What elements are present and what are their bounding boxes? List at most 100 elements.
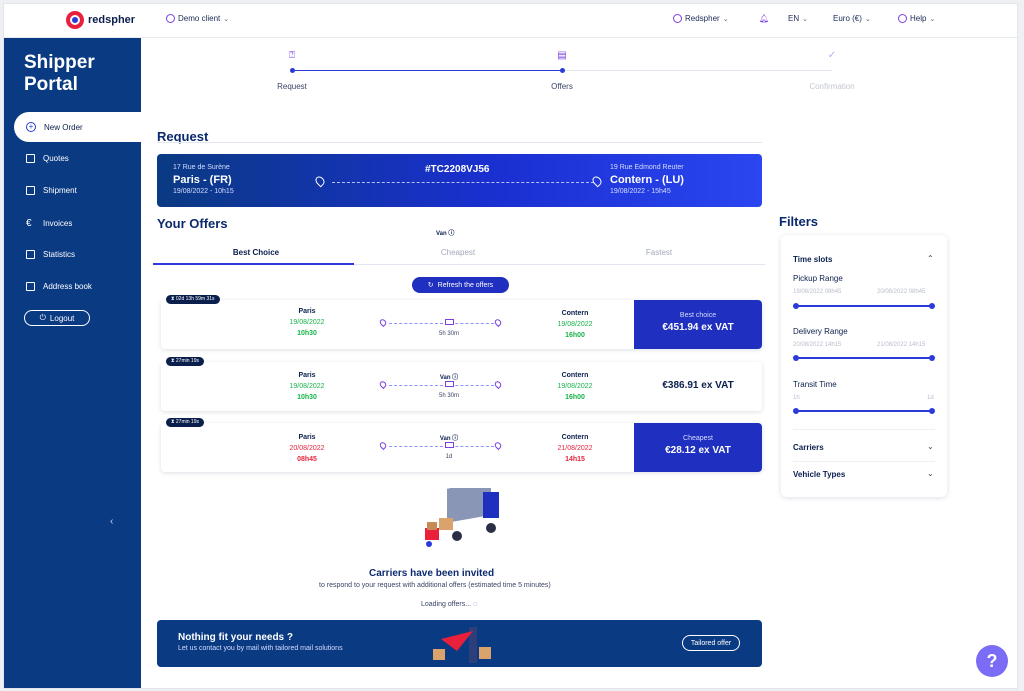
sidebar-item-shipment[interactable]: Shipment — [26, 186, 77, 195]
step-label-offers[interactable]: Offers — [551, 82, 573, 91]
offer-from-city: Paris — [298, 308, 316, 315]
transit-time-slider[interactable] — [793, 408, 935, 414]
truck-icon — [445, 381, 454, 387]
client-label: Demo client — [178, 14, 221, 23]
vehicle-types-toggle[interactable]: Vehicle Types — [793, 470, 845, 479]
user-menu[interactable]: Redspher ⌄ — [673, 14, 729, 23]
active-tab-indicator — [153, 263, 354, 265]
offer-price: €386.91 ex VAT — [662, 380, 734, 391]
chart-icon — [26, 250, 35, 259]
chevron-down-icon: ⌄ — [929, 15, 936, 23]
power-icon: ⏻ — [39, 313, 46, 322]
origin-city: Paris - (FR) — [173, 174, 232, 186]
destination-datetime: 19/08/2022 - 15h45 — [610, 188, 671, 195]
chevron-down-icon: ⌄ — [802, 15, 808, 23]
pickup-range-max: 20/08/2022 08h45 — [877, 289, 926, 295]
portal-title-line1: Shipper — [24, 52, 95, 73]
transit-time-label: Transit Time — [793, 380, 837, 389]
currency-selector[interactable]: Euro (€) ⌄ — [833, 14, 871, 23]
language-selector[interactable]: EN ⌄ — [788, 14, 808, 23]
offer-price-button[interactable]: Best choice €451.94 ex VAT — [634, 300, 762, 349]
tab-cheapest[interactable]: Cheapest — [441, 248, 475, 257]
offer-card[interactable]: ⧗ 02d 13h 59m 31s Paris 19/08/2022 10h30… — [161, 295, 762, 349]
notification-bell-icon[interactable]: 🔔︎ — [759, 14, 769, 23]
sidebar-item-label: Invoices — [43, 219, 73, 228]
truck-icon — [445, 442, 454, 448]
brand-logo[interactable]: redspher — [66, 11, 135, 29]
vehicle-label: Van ⓘ — [436, 231, 455, 237]
client-selector[interactable]: Demo client ⌄ — [166, 14, 229, 23]
help-menu[interactable]: Help ⌄ — [898, 14, 935, 23]
logo-icon — [66, 11, 84, 29]
portal-title-line2: Portal — [24, 74, 78, 95]
offer-timer: ⧗ 27min 19s — [166, 418, 204, 427]
document-icon — [26, 154, 35, 163]
delivery-range-max: 21/08/2022 14h15 — [877, 342, 926, 348]
offer-price: €451.94 ex VAT — [662, 322, 734, 333]
sidebar: Shipper Portal + New Order Quotes Shipme… — [4, 38, 141, 688]
chevron-down-icon[interactable]: ⌄ — [927, 469, 934, 478]
route-line — [332, 182, 594, 183]
carriers-toggle[interactable]: Carriers — [793, 443, 824, 452]
offer-to-date: 19/08/2022 — [557, 383, 593, 390]
offer-from-time: 10h30 — [297, 394, 317, 401]
offer-to-time: 16h00 — [565, 332, 585, 339]
offer-to-city: Contern — [561, 310, 589, 317]
offer-from-city: Paris — [298, 372, 316, 379]
confirmation-step-icon: ✓ — [827, 50, 837, 61]
step-dot-request — [290, 68, 295, 73]
tailored-offer-banner: Nothing fit your needs ? Let us contact … — [157, 620, 762, 667]
offer-price-button[interactable]: Cheapest €28.12 ex VAT — [634, 423, 762, 472]
client-icon — [166, 14, 175, 23]
sidebar-item-statistics[interactable]: Statistics — [26, 250, 75, 259]
tailored-offer-button[interactable]: Tailored offer — [682, 635, 740, 651]
delivery-range-label: Delivery Range — [793, 327, 848, 336]
delivery-range-min: 20/08/2022 14h15 — [793, 342, 842, 348]
chevron-up-icon[interactable]: ⌃ — [927, 254, 934, 263]
paper-plane-illustration — [433, 627, 491, 663]
logout-button[interactable]: ⏻ Logout — [24, 310, 90, 326]
offer-from-city: Paris — [298, 434, 316, 441]
language-label: EN — [788, 14, 800, 23]
refresh-label: Refresh the offers — [437, 281, 494, 289]
address-book-icon — [26, 282, 35, 291]
tab-fastest[interactable]: Fastest — [646, 248, 672, 257]
offer-card[interactable]: ⧗ 27min 19s Paris 19/08/2022 10h30 Van ⓘ… — [161, 357, 762, 411]
euro-icon: € — [26, 218, 32, 229]
sidebar-item-invoices[interactable]: € Invoices — [26, 218, 72, 229]
list-icon — [26, 186, 35, 195]
tab-best-choice[interactable]: Best Choice — [233, 248, 279, 257]
offer-from-time: 10h30 — [297, 330, 317, 337]
sidebar-item-address-book[interactable]: Address book — [26, 282, 92, 291]
offer-price-button[interactable]: €386.91 ex VAT — [634, 362, 762, 411]
offer-to-city: Contern — [561, 372, 589, 379]
delivery-range-slider[interactable] — [793, 355, 935, 361]
refresh-offers-button[interactable]: ↻ Refresh the offers — [412, 277, 509, 293]
pickup-range-slider[interactable] — [793, 303, 935, 309]
time-slots-toggle[interactable]: Time slots — [793, 255, 832, 264]
step-label-request[interactable]: Request — [277, 82, 307, 91]
offers-heading: Your Offers — [157, 216, 228, 231]
brand-name: redspher — [88, 14, 136, 26]
sidebar-item-label: Quotes — [43, 154, 69, 163]
sidebar-item-quotes[interactable]: Quotes — [26, 154, 69, 163]
request-card: 17 Rue de Surène Paris - (FR) 19/08/2022… — [157, 154, 762, 207]
offer-price: €28.12 ex VAT — [665, 445, 731, 456]
chevron-down-icon: ⌄ — [864, 15, 871, 23]
portal-title: Shipper Portal — [24, 52, 95, 96]
sidebar-item-new-order[interactable]: + New Order — [14, 112, 141, 142]
sidebar-item-label: Statistics — [43, 250, 76, 259]
invite-title: Carriers have been invited — [369, 568, 495, 579]
chevron-down-icon: ⌄ — [223, 15, 230, 23]
collapse-sidebar-icon[interactable]: ‹ — [110, 516, 113, 527]
user-icon — [673, 14, 682, 23]
loading-offers: Loading offers... ◌ — [421, 601, 478, 608]
offer-duration: 1d — [445, 454, 453, 460]
help-fab-button[interactable]: ? — [976, 645, 1008, 677]
origin-pin-icon — [313, 174, 327, 188]
offer-card[interactable]: ⧗ 27min 19s Paris 20/08/2022 08h45 Van ⓘ… — [161, 418, 762, 472]
currency-label: Euro (€) — [833, 14, 862, 23]
chevron-down-icon[interactable]: ⌄ — [927, 442, 934, 451]
request-id: #TC2208VJ56 — [425, 164, 490, 175]
offer-to-time: 16h00 — [565, 394, 585, 401]
